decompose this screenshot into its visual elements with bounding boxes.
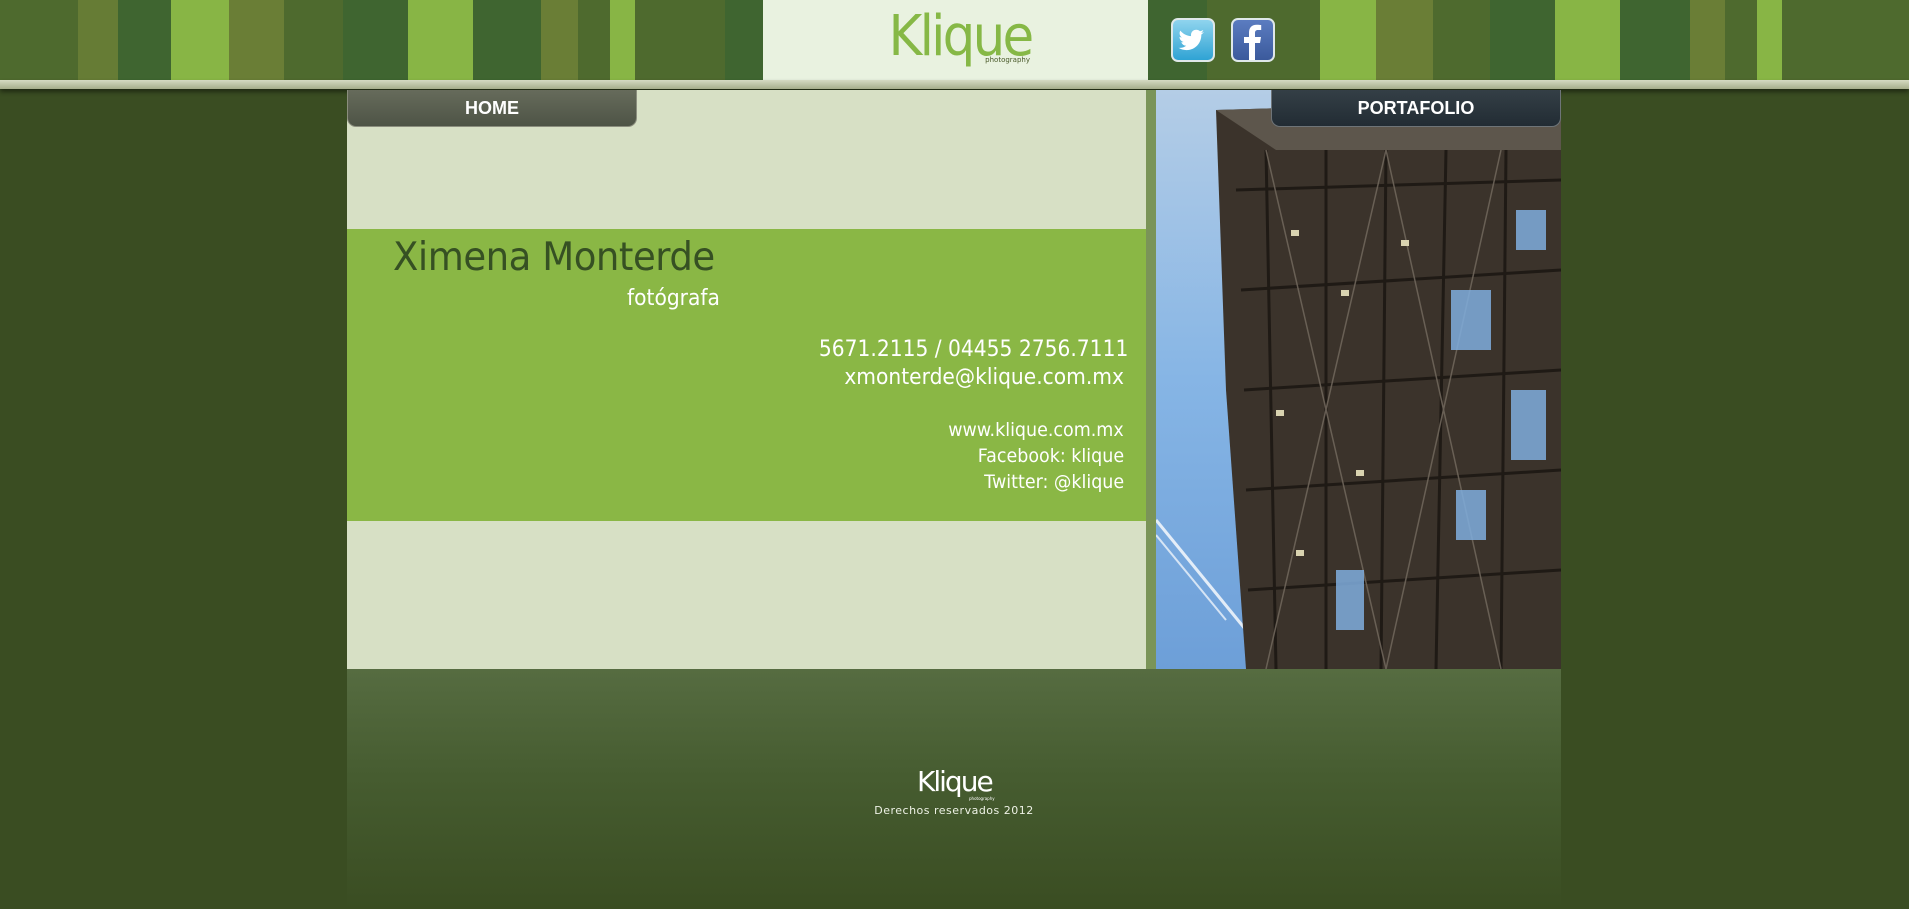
- content-divider: [1146, 90, 1156, 669]
- contact-card: Ximena Monterde fotógrafa 5671.2115 / 04…: [347, 229, 1146, 521]
- twitter-bird-icon: [1178, 29, 1204, 51]
- photographer-name: Ximena Monterde: [393, 235, 715, 280]
- facebook-text: Facebook: klique: [977, 445, 1124, 467]
- site-logo[interactable]: Klique photography: [880, 6, 1040, 74]
- phone-numbers: 5671.2115 / 04455 2756.7111: [818, 337, 1128, 362]
- twitter-button[interactable]: [1171, 18, 1215, 62]
- eiffel-tower-photo: [1156, 90, 1561, 669]
- photo-illustration: [1156, 90, 1561, 669]
- nav-portfolio-tab[interactable]: PORTAFOLIO: [1271, 90, 1561, 127]
- nav-home-tab[interactable]: HOME: [347, 90, 637, 127]
- header-divider: [0, 80, 1909, 89]
- footer: Klique photography Derechos reservados 2…: [347, 669, 1561, 909]
- photographer-role: fotógrafa: [627, 286, 720, 311]
- email-link[interactable]: xmonterde@klique.com.mx: [844, 365, 1124, 390]
- facebook-f-icon: [1244, 24, 1262, 60]
- footer-logo: Klique: [917, 765, 994, 798]
- copyright-text: Derechos reservados 2012: [874, 804, 1034, 817]
- website-link[interactable]: www.klique.com.mx: [949, 419, 1124, 441]
- facebook-button[interactable]: [1231, 18, 1275, 62]
- twitter-text: Twitter: @klique: [984, 471, 1124, 493]
- footer-logo-tagline: photography: [969, 796, 995, 801]
- logo-tagline: photography: [985, 56, 1030, 64]
